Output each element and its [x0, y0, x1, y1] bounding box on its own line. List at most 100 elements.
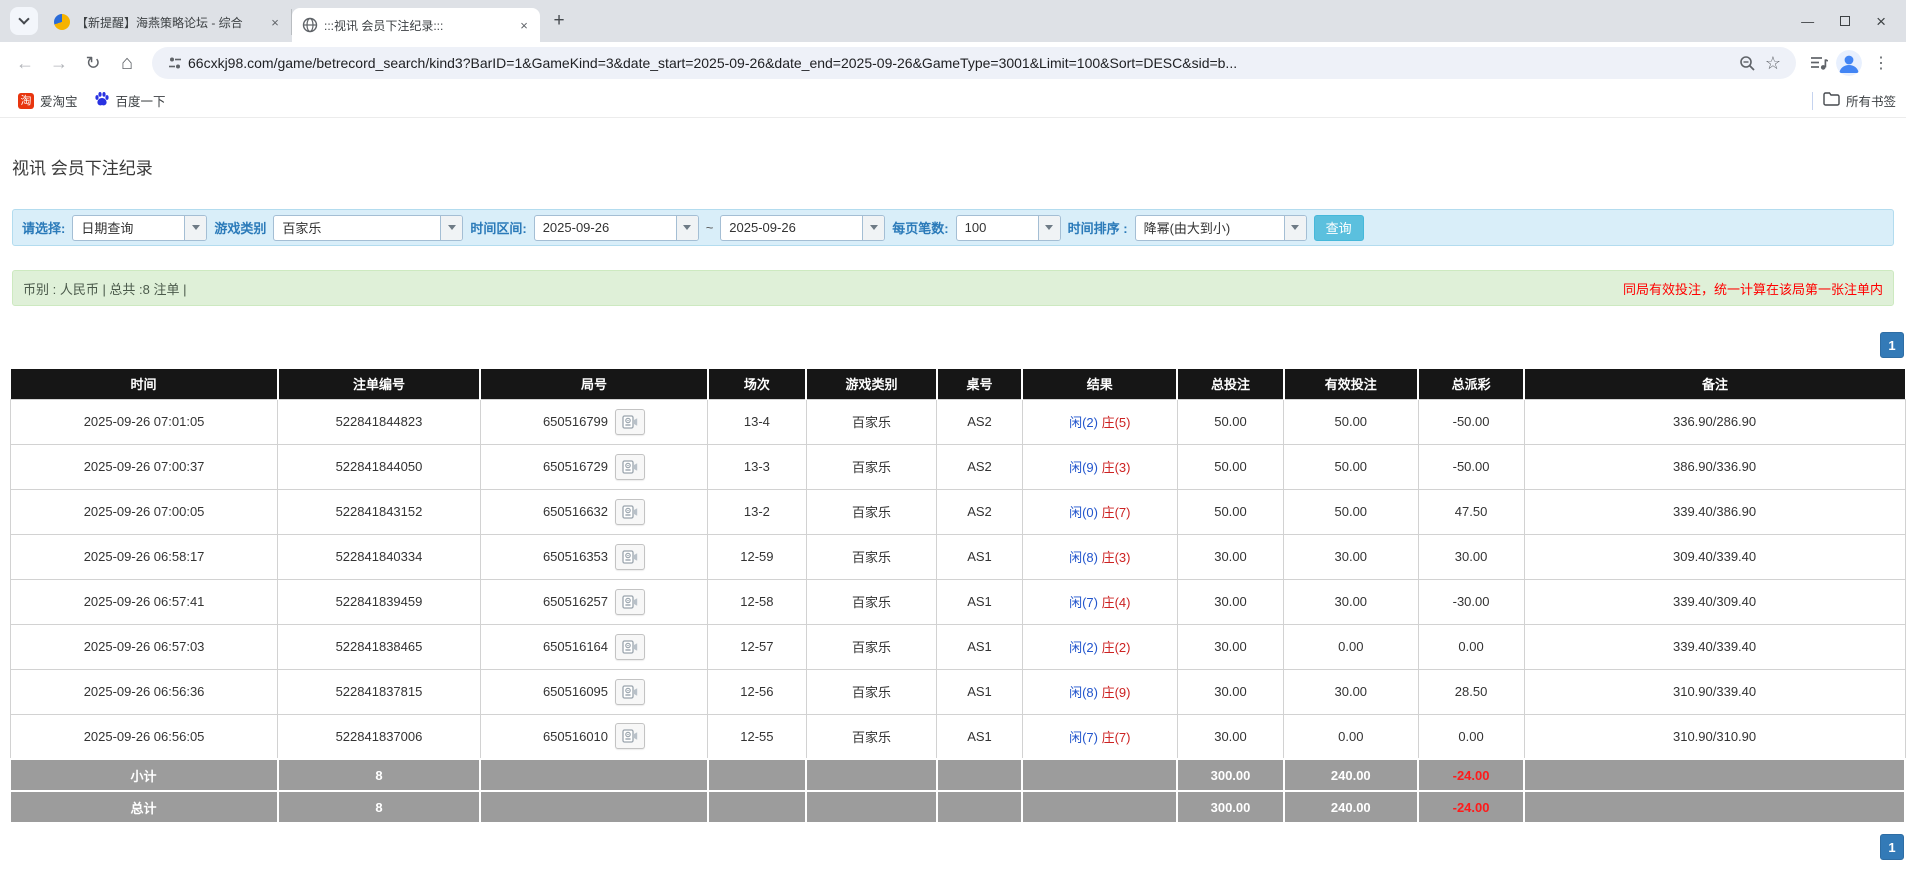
cell-table-no: AS2 [937, 489, 1022, 534]
tab-close-icon[interactable]: × [267, 14, 283, 30]
video-replay-icon-button[interactable] [615, 723, 645, 749]
date-range-label: 时间区间: [470, 218, 526, 237]
cell-table-no: AS1 [937, 669, 1022, 714]
bookmark-taobao[interactable]: 淘 爱淘宝 [10, 87, 86, 114]
cell-total-bet[interactable]: 30.00 [1177, 669, 1283, 714]
cell-bet-no: 522841837815 [278, 669, 481, 714]
browser-tab-forum[interactable]: 【新提醒】海燕策略论坛 - 综合 × [44, 9, 292, 35]
cell-note: 310.90/310.90 [1524, 714, 1905, 759]
result-banker: 庄(2) [1102, 640, 1131, 655]
tab-title: 【新提醒】海燕策略论坛 - 综合 [76, 14, 261, 31]
tab-search-button[interactable] [10, 7, 38, 35]
address-bar[interactable]: 66cxkj98.com/game/betrecord_search/kind3… [152, 47, 1796, 79]
round-number: 650516729 [543, 459, 608, 474]
cell-time: 2025-09-26 06:56:05 [11, 714, 278, 759]
result-banker: 庄(9) [1102, 685, 1131, 700]
search-button[interactable]: 查询 [1314, 215, 1364, 241]
table-row: 2025-09-26 07:00:37522841844050650516729… [11, 444, 1906, 489]
cell-result: 闲(8) 庄(9) [1022, 669, 1177, 714]
currency-summary: 币别 : 人民币 | 总共 :8 注单 | [23, 279, 187, 298]
new-tab-button[interactable]: + [546, 8, 572, 34]
info-bar: 币别 : 人民币 | 总共 :8 注单 | 同局有效投注，统一计算在该局第一张注… [12, 270, 1894, 306]
column-header-9: 总派彩 [1418, 369, 1524, 399]
query-type-dropdown[interactable]: 日期查询 [72, 215, 207, 241]
cell-valid-bet: 50.00 [1284, 489, 1419, 534]
reload-button[interactable]: ↻ [78, 48, 108, 78]
cell-round-no: 650516353 [480, 534, 707, 579]
url-text[interactable]: 66cxkj98.com/game/betrecord_search/kind3… [188, 55, 1734, 71]
page-number-button[interactable]: 1 [1880, 834, 1904, 860]
maximize-button[interactable] [1840, 15, 1850, 28]
taobao-icon: 淘 [18, 93, 34, 109]
video-replay-icon-button[interactable] [615, 544, 645, 570]
cell-round-no: 650516799 [480, 399, 707, 444]
dropdown-arrow-icon[interactable] [862, 216, 884, 240]
back-button[interactable]: ← [10, 48, 40, 78]
sort-dropdown[interactable]: 降幂(由大到小) [1135, 215, 1307, 241]
cell-session: 12-55 [708, 714, 807, 759]
result-player: 闲(9) [1069, 460, 1098, 475]
zoom-icon[interactable] [1734, 50, 1760, 76]
cell-payout: 30.00 [1418, 534, 1524, 579]
bookmark-baidu[interactable]: 百度一下 [86, 87, 174, 114]
video-replay-icon-button[interactable] [615, 499, 645, 525]
bookmarks-bar: 淘 爱淘宝 百度一下 所有书签 [0, 84, 1906, 118]
cell-table-no: AS1 [937, 624, 1022, 669]
cell-result: 闲(7) 庄(4) [1022, 579, 1177, 624]
cell-total-bet[interactable]: 30.00 [1177, 714, 1283, 759]
home-button[interactable]: ⌂ [112, 48, 142, 78]
dropdown-arrow-icon[interactable] [676, 216, 698, 240]
cell-bet-no: 522841839459 [278, 579, 481, 624]
site-settings-icon[interactable] [162, 50, 188, 76]
browser-menu-icon[interactable]: ⋮ [1866, 48, 1896, 78]
forward-button[interactable]: → [44, 48, 74, 78]
cell-session: 12-57 [708, 624, 807, 669]
all-bookmarks-label: 所有书签 [1846, 91, 1896, 110]
browser-tab-betrecord[interactable]: :::视讯 会员下注纪录::: × [292, 8, 540, 42]
cell-session: 12-59 [708, 534, 807, 579]
minimize-button[interactable]: — [1801, 15, 1814, 28]
column-header-10: 备注 [1524, 369, 1905, 399]
browser-tab-strip: 【新提醒】海燕策略论坛 - 综合 × :::视讯 会员下注纪录::: × + —… [0, 0, 1906, 42]
dropdown-arrow-icon[interactable] [1038, 216, 1060, 240]
date-end-dropdown[interactable]: 2025-09-26 [720, 215, 885, 241]
video-replay-icon-button[interactable] [615, 679, 645, 705]
bookmark-star-icon[interactable]: ☆ [1760, 50, 1786, 76]
all-bookmarks-button[interactable]: 所有书签 [1823, 91, 1896, 110]
column-header-0: 时间 [11, 369, 278, 399]
dropdown-arrow-icon[interactable] [184, 216, 206, 240]
cell-time: 2025-09-26 06:56:36 [11, 669, 278, 714]
cell-round-no: 650516095 [480, 669, 707, 714]
close-button[interactable]: × [1876, 13, 1886, 30]
cell-total-bet[interactable]: 30.00 [1177, 534, 1283, 579]
cell-total-bet[interactable]: 30.00 [1177, 579, 1283, 624]
video-replay-icon-button[interactable] [615, 454, 645, 480]
result-player: 闲(2) [1069, 415, 1098, 430]
video-replay-icon-button[interactable] [615, 634, 645, 660]
dropdown-arrow-icon[interactable] [1284, 216, 1306, 240]
cell-round-no: 650516164 [480, 624, 707, 669]
cell-note: 309.40/339.40 [1524, 534, 1905, 579]
cell-total-bet[interactable]: 30.00 [1177, 624, 1283, 669]
page-size-dropdown[interactable]: 100 [956, 215, 1061, 241]
cell-valid-bet: 0.00 [1284, 624, 1419, 669]
round-number: 650516095 [543, 684, 608, 699]
column-header-4: 游戏类别 [806, 369, 937, 399]
game-type-dropdown[interactable]: 百家乐 [273, 215, 463, 241]
date-start-dropdown[interactable]: 2025-09-26 [534, 215, 699, 241]
tab-close-icon[interactable]: × [516, 17, 532, 33]
video-replay-icon-button[interactable] [615, 589, 645, 615]
dropdown-arrow-icon[interactable] [440, 216, 462, 240]
chevron-down-icon [18, 13, 29, 24]
media-controls-icon[interactable] [1806, 50, 1832, 76]
cell-total-bet[interactable]: 50.00 [1177, 444, 1283, 489]
cell-note: 339.40/339.40 [1524, 624, 1905, 669]
cell-total-bet[interactable]: 50.00 [1177, 399, 1283, 444]
cell-game-type: 百家乐 [806, 534, 937, 579]
cell-total-bet[interactable]: 50.00 [1177, 489, 1283, 534]
page-number-button[interactable]: 1 [1880, 332, 1904, 358]
profile-avatar[interactable] [1836, 50, 1862, 76]
round-number: 650516164 [543, 639, 608, 654]
video-replay-icon-button[interactable] [615, 409, 645, 435]
cell-time: 2025-09-26 06:57:41 [11, 579, 278, 624]
